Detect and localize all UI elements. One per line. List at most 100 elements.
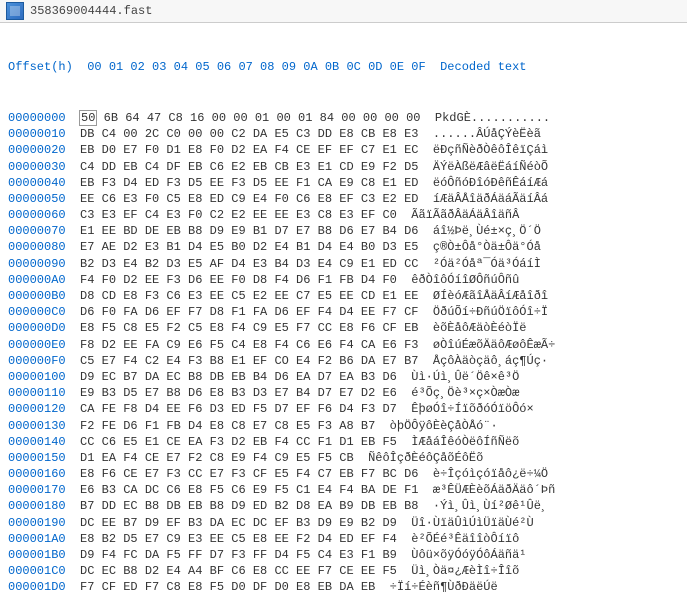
offset: 00000050 bbox=[8, 192, 66, 206]
hex-row[interactable]: 000001C0 DC EC B8 D2 E4 A4 BF C6 E8 CC E… bbox=[8, 563, 679, 579]
bytes[interactable]: F2 FE D6 F1 FB D4 E8 C8 E7 C8 E5 F3 A8 B… bbox=[80, 419, 375, 433]
hex-row[interactable]: 00000010 DB C4 00 2C C0 00 00 C2 DA E5 C… bbox=[8, 126, 679, 142]
offset: 000001B0 bbox=[8, 548, 66, 562]
bytes[interactable]: C3 E3 EF C4 E3 F0 C2 E2 EE EE E3 C8 E3 E… bbox=[80, 208, 397, 222]
hex-row[interactable]: 000000E0 F8 D2 EE FA C9 E6 F5 C4 E8 F4 C… bbox=[8, 337, 679, 353]
hex-row[interactable]: 000000A0 F4 F0 D2 EE F3 D6 EE F0 D8 F4 D… bbox=[8, 272, 679, 288]
offset: 00000090 bbox=[8, 257, 66, 271]
offset: 00000150 bbox=[8, 451, 66, 465]
bytes[interactable]: 50 6B 64 47 C8 16 00 00 01 00 01 84 00 0… bbox=[80, 111, 420, 125]
offset: 00000040 bbox=[8, 176, 66, 190]
offset: 000001C0 bbox=[8, 564, 66, 578]
bytes[interactable]: C4 DD EB C4 DF EB C6 E2 EB CB E3 E1 CD E… bbox=[80, 160, 418, 174]
decoded: ÄÝëÀßëÆâëËáíÑéòÕ bbox=[433, 160, 548, 174]
decoded: èõÈåôÆäòÈéòÏë bbox=[433, 321, 527, 335]
hex-row[interactable]: 00000080 E7 AE D2 E3 B1 D4 E5 B0 D2 E4 B… bbox=[8, 239, 679, 255]
decoded: Ùôü×õÿÓóÿÓôÁäñä¹ bbox=[411, 548, 526, 562]
bytes[interactable]: E8 F6 CE E7 F3 CC E7 F3 CF E5 F4 C7 EB F… bbox=[80, 467, 418, 481]
offset: 00000030 bbox=[8, 160, 66, 174]
bytes[interactable]: D1 EA F4 CE E7 F2 C8 E9 F4 C9 E5 F5 CB bbox=[80, 451, 354, 465]
cursor: 50 bbox=[79, 110, 97, 126]
bytes[interactable]: CC C6 E5 E1 CE EA F3 D2 EB F4 CC F1 D1 E… bbox=[80, 435, 397, 449]
hex-row[interactable]: 00000020 EB D0 E7 F0 D1 E8 F0 D2 EA F4 C… bbox=[8, 142, 679, 158]
hex-row[interactable]: 000001A0 E8 B2 D5 E7 C9 E3 EE C5 E8 EE F… bbox=[8, 531, 679, 547]
bytes[interactable]: E1 EE BD DE EB B8 D9 E9 B1 D7 E7 B8 D6 E… bbox=[80, 224, 418, 238]
hex-row[interactable]: 00000190 DC EE B7 D9 EF B3 DA EC DC EF B… bbox=[8, 515, 679, 531]
bytes[interactable]: EE C6 E3 F0 C5 E8 ED C9 E4 F0 C6 E8 EF C… bbox=[80, 192, 418, 206]
hex-row[interactable]: 000001B0 D9 F4 FC DA F5 FF D7 F3 FF D4 F… bbox=[8, 547, 679, 563]
hex-row[interactable]: 000000B0 D8 CD E8 F3 C6 E3 EE C5 E2 EE C… bbox=[8, 288, 679, 304]
offset: 000000D0 bbox=[8, 321, 66, 335]
offset: 00000160 bbox=[8, 467, 66, 481]
decoded: ÖðúÕí÷ÐñúÖïôÓî÷Ï bbox=[433, 305, 548, 319]
bytes[interactable]: D9 EC B7 DA EC B8 DB EB B4 D6 EA D7 EA B… bbox=[80, 370, 397, 384]
bytes[interactable]: DC EC B8 D2 E4 A4 BF C6 E8 CC EE F7 CE E… bbox=[80, 564, 397, 578]
decoded: ......ÂÚåÇÝèËèã bbox=[433, 127, 541, 141]
bytes[interactable]: D6 F0 FA D6 EF F7 D8 F1 FA D6 EF F4 D4 E… bbox=[80, 305, 418, 319]
decoded: Üì¸Òä¤¿ÆèÌî÷Îîõ bbox=[411, 564, 519, 578]
hex-row[interactable]: 00000150 D1 EA F4 CE E7 F2 C8 E9 F4 C9 E… bbox=[8, 450, 679, 466]
hex-row[interactable]: 000000F0 C5 E7 F4 C2 E4 F3 B8 E1 EF CO E… bbox=[8, 353, 679, 369]
hex-row[interactable]: 00000160 E8 F6 CE E7 F3 CC E7 F3 CF E5 F… bbox=[8, 466, 679, 482]
bytes[interactable]: DB C4 00 2C C0 00 00 C2 DA E5 C3 DD E8 C… bbox=[80, 127, 418, 141]
offset: 00000070 bbox=[8, 224, 66, 238]
bytes[interactable]: D9 F4 FC DA F5 FF D7 F3 FF D4 F5 C4 E3 F… bbox=[80, 548, 397, 562]
header-row: Offset(h) 00 01 02 03 04 05 06 07 08 09 … bbox=[8, 59, 679, 75]
bytes[interactable]: F4 F0 D2 EE F3 D6 EE F0 D8 F4 D6 F1 FB D… bbox=[80, 273, 397, 287]
decoded: Ùì·Úì¸Ûë´Öê×ê³Ö bbox=[411, 370, 519, 384]
bytes[interactable]: E7 AE D2 E3 B1 D4 E5 B0 D2 E4 B1 D4 E4 B… bbox=[80, 240, 418, 254]
decoded: æ³ÊÜÆÈèõÁäðÄäô´Þñ bbox=[433, 483, 555, 497]
decoded: ·Ýì¸Ûì¸Ùí²Øê¹Ûë¸ bbox=[433, 499, 548, 513]
decoded: é³Õç¸Öè³×ç×ÒæÒæ bbox=[411, 386, 519, 400]
decoded: PkdGÈ........... bbox=[435, 111, 550, 125]
hex-row[interactable]: 00000000 50 6B 64 47 C8 16 00 00 01 00 0… bbox=[8, 110, 679, 126]
offset: 000000C0 bbox=[8, 305, 66, 319]
titlebar: 358369004444.fast bbox=[0, 0, 687, 23]
bytes[interactable]: B7 DD EC B8 DB EB B8 D9 ED B2 D8 EA B9 D… bbox=[80, 499, 418, 513]
hex-row[interactable]: 00000090 B2 D3 E4 B2 D3 E5 AF D4 E3 B4 D… bbox=[8, 256, 679, 272]
offset: 000000A0 bbox=[8, 273, 66, 287]
decoded: øÒîúÉæõÄäôÆøôÊæÃ÷ bbox=[433, 338, 555, 352]
bytes[interactable]: E6 B3 CA DC C6 E8 F5 C6 E9 F5 C1 E4 F4 B… bbox=[80, 483, 418, 497]
hex-row[interactable]: 00000140 CC C6 E5 E1 CE EA F3 D2 EB F4 C… bbox=[8, 434, 679, 450]
decoded: ÌÆåáÎêóÒëôÍñÑëõ bbox=[411, 435, 519, 449]
bytes[interactable]: E9 B3 D5 E7 B8 D6 E8 B3 D3 E7 B4 D7 E7 D… bbox=[80, 386, 397, 400]
hex-row[interactable]: 00000100 D9 EC B7 DA EC B8 DB EB B4 D6 E… bbox=[8, 369, 679, 385]
offset: 00000110 bbox=[8, 386, 66, 400]
hex-row[interactable]: 00000180 B7 DD EC B8 DB EB B8 D9 ED B2 D… bbox=[8, 498, 679, 514]
bytes[interactable]: DC EE B7 D9 EF B3 DA EC DC EF B3 D9 E9 B… bbox=[80, 516, 397, 530]
hex-row[interactable]: 00000040 EB F3 D4 ED F3 D5 EE F3 D5 EE F… bbox=[8, 175, 679, 191]
bytes[interactable]: E8 B2 D5 E7 C9 E3 EE C5 E8 EE F2 D4 ED E… bbox=[80, 532, 397, 546]
offset: 000001A0 bbox=[8, 532, 66, 546]
hex-row[interactable]: 00000030 C4 DD EB C4 DF EB C6 E2 EB CB E… bbox=[8, 159, 679, 175]
hex-view[interactable]: Offset(h) 00 01 02 03 04 05 06 07 08 09 … bbox=[0, 23, 687, 616]
hex-row[interactable]: 000001D0 F7 CF ED F7 C8 E8 F5 D0 DF D0 E… bbox=[8, 579, 679, 595]
window-title: 358369004444.fast bbox=[30, 3, 152, 20]
bytes[interactable]: D8 CD E8 F3 C6 E3 EE C5 E2 EE C7 E5 EE C… bbox=[80, 289, 418, 303]
hex-row[interactable]: 00000170 E6 B3 CA DC C6 E8 F5 C6 E9 F5 C… bbox=[8, 482, 679, 498]
decoded: ëÐçñÑèðÒêôÎêïÇáì bbox=[433, 143, 548, 157]
bytes[interactable]: CA FE F8 D4 EE F6 D3 ED F5 D7 EF F6 D4 F… bbox=[80, 402, 397, 416]
hex-row[interactable]: 00000070 E1 EE BD DE EB B8 D9 E9 B1 D7 E… bbox=[8, 223, 679, 239]
bytes[interactable]: F8 D2 EE FA C9 E6 F5 C4 E8 F4 C6 E6 F4 C… bbox=[80, 338, 418, 352]
hex-row[interactable]: 00000110 E9 B3 D5 E7 B8 D6 E8 B3 D3 E7 B… bbox=[8, 385, 679, 401]
decoded: è²ÕÉé³ÊäîîòÔíïô bbox=[411, 532, 519, 546]
bytes[interactable]: E8 F5 C8 E5 F2 C5 E8 F4 C9 E5 F7 CC E8 F… bbox=[80, 321, 418, 335]
hex-row[interactable]: 00000120 CA FE F8 D4 EE F6 D3 ED F5 D7 E… bbox=[8, 401, 679, 417]
decoded: Üî·ÙïäÛìÚìÜïäÙé²Ù bbox=[411, 516, 533, 530]
hex-row[interactable]: 000000C0 D6 F0 FA D6 EF F7 D8 F1 FA D6 E… bbox=[8, 304, 679, 320]
offset: 00000000 bbox=[8, 111, 66, 125]
offset: 000000E0 bbox=[8, 338, 66, 352]
hex-row[interactable]: 000000D0 E8 F5 C8 E5 F2 C5 E8 F4 C9 E5 F… bbox=[8, 320, 679, 336]
bytes[interactable]: F7 CF ED F7 C8 E8 F5 D0 DF D0 E8 EB DA E… bbox=[80, 580, 375, 594]
decoded: ØÍèóÆãîÅäÂíÆåîðî bbox=[433, 289, 548, 303]
hex-row[interactable]: 00000060 C3 E3 EF C4 E3 F0 C2 E2 EE EE E… bbox=[8, 207, 679, 223]
bytes[interactable]: EB F3 D4 ED F3 D5 EE F3 D5 EE F1 CA E9 C… bbox=[80, 176, 418, 190]
bytes[interactable]: B2 D3 E4 B2 D3 E5 AF D4 E3 B4 D3 E4 C9 E… bbox=[80, 257, 418, 271]
offset: 00000100 bbox=[8, 370, 66, 384]
bytes[interactable]: C5 E7 F4 C2 E4 F3 B8 E1 EF CO E4 F2 B6 D… bbox=[80, 354, 418, 368]
hex-row[interactable]: 00000130 F2 FE D6 F1 FB D4 E8 C8 E7 C8 E… bbox=[8, 418, 679, 434]
hex-row[interactable]: 00000050 EE C6 E3 F0 C5 E8 ED C9 E4 F0 C… bbox=[8, 191, 679, 207]
offset: 00000170 bbox=[8, 483, 66, 497]
bytes[interactable]: EB D0 E7 F0 D1 E8 F0 D2 EA F4 CE EF EF C… bbox=[80, 143, 418, 157]
